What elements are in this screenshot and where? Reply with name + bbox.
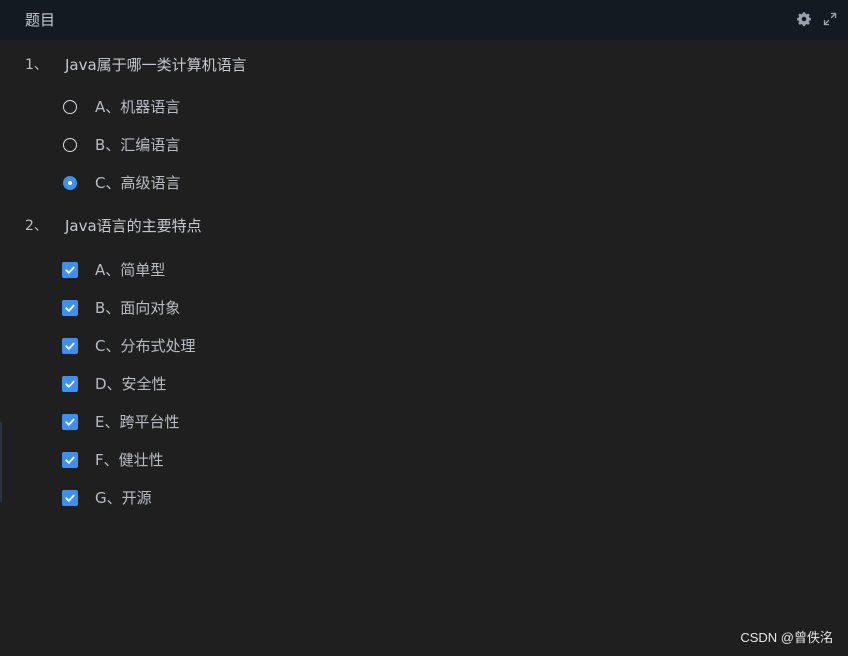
checkbox-checked[interactable] bbox=[62, 262, 78, 278]
expand-icon[interactable] bbox=[822, 11, 838, 27]
option-label: A、机器语言 bbox=[95, 98, 181, 116]
question-panel: 题目 1、 Java属于哪一类计算机语言 A、机器语言 B、汇编语言 C、高级语… bbox=[0, 0, 848, 656]
option-label: E、跨平台性 bbox=[95, 413, 180, 431]
question-text: Java语言的主要特点 bbox=[65, 217, 202, 235]
option-q1-c[interactable]: C、高级语言 bbox=[62, 173, 180, 193]
option-label: D、安全性 bbox=[95, 375, 167, 393]
radio-button-selected[interactable] bbox=[63, 176, 77, 190]
option-label: A、简单型 bbox=[95, 261, 166, 279]
option-q1-a[interactable]: A、机器语言 bbox=[62, 97, 180, 117]
option-label: F、健壮性 bbox=[95, 451, 164, 469]
option-q2-a[interactable]: A、简单型 bbox=[62, 260, 165, 280]
option-q2-b[interactable]: B、面向对象 bbox=[62, 298, 180, 318]
check-icon bbox=[65, 266, 75, 274]
check-icon bbox=[65, 380, 75, 388]
checkbox-checked[interactable] bbox=[62, 452, 78, 468]
question-number: 2、 bbox=[25, 218, 48, 234]
radio-button[interactable] bbox=[63, 138, 77, 152]
question-text: Java属于哪一类计算机语言 bbox=[65, 56, 247, 74]
check-icon bbox=[65, 304, 75, 312]
option-label: C、分布式处理 bbox=[95, 337, 196, 355]
checkbox-checked[interactable] bbox=[62, 490, 78, 506]
checkbox-checked[interactable] bbox=[62, 414, 78, 430]
option-q2-f[interactable]: F、健壮性 bbox=[62, 450, 164, 470]
checkbox-checked[interactable] bbox=[62, 338, 78, 354]
option-q2-e[interactable]: E、跨平台性 bbox=[62, 412, 179, 432]
option-q2-g[interactable]: G、开源 bbox=[62, 488, 152, 508]
panel-header: 题目 bbox=[0, 0, 848, 40]
radio-button[interactable] bbox=[63, 100, 77, 114]
option-q2-d[interactable]: D、安全性 bbox=[62, 374, 167, 394]
panel-title: 题目 bbox=[25, 11, 56, 29]
left-edge-divider bbox=[0, 422, 2, 502]
checkbox-checked[interactable] bbox=[62, 376, 78, 392]
gear-icon[interactable] bbox=[796, 11, 812, 27]
header-icons bbox=[796, 11, 838, 27]
option-q2-c[interactable]: C、分布式处理 bbox=[62, 336, 195, 356]
check-icon bbox=[65, 342, 75, 350]
option-label: B、汇编语言 bbox=[95, 136, 181, 154]
option-label: B、面向对象 bbox=[95, 299, 181, 317]
option-label: C、高级语言 bbox=[95, 174, 181, 192]
option-q1-b[interactable]: B、汇编语言 bbox=[62, 135, 180, 155]
watermark: CSDN @曾佚洺 bbox=[740, 630, 833, 645]
checkbox-checked[interactable] bbox=[62, 300, 78, 316]
check-icon bbox=[65, 418, 75, 426]
option-label: G、开源 bbox=[95, 489, 152, 507]
question-number: 1、 bbox=[25, 57, 48, 73]
check-icon bbox=[65, 456, 75, 464]
check-icon bbox=[65, 494, 75, 502]
